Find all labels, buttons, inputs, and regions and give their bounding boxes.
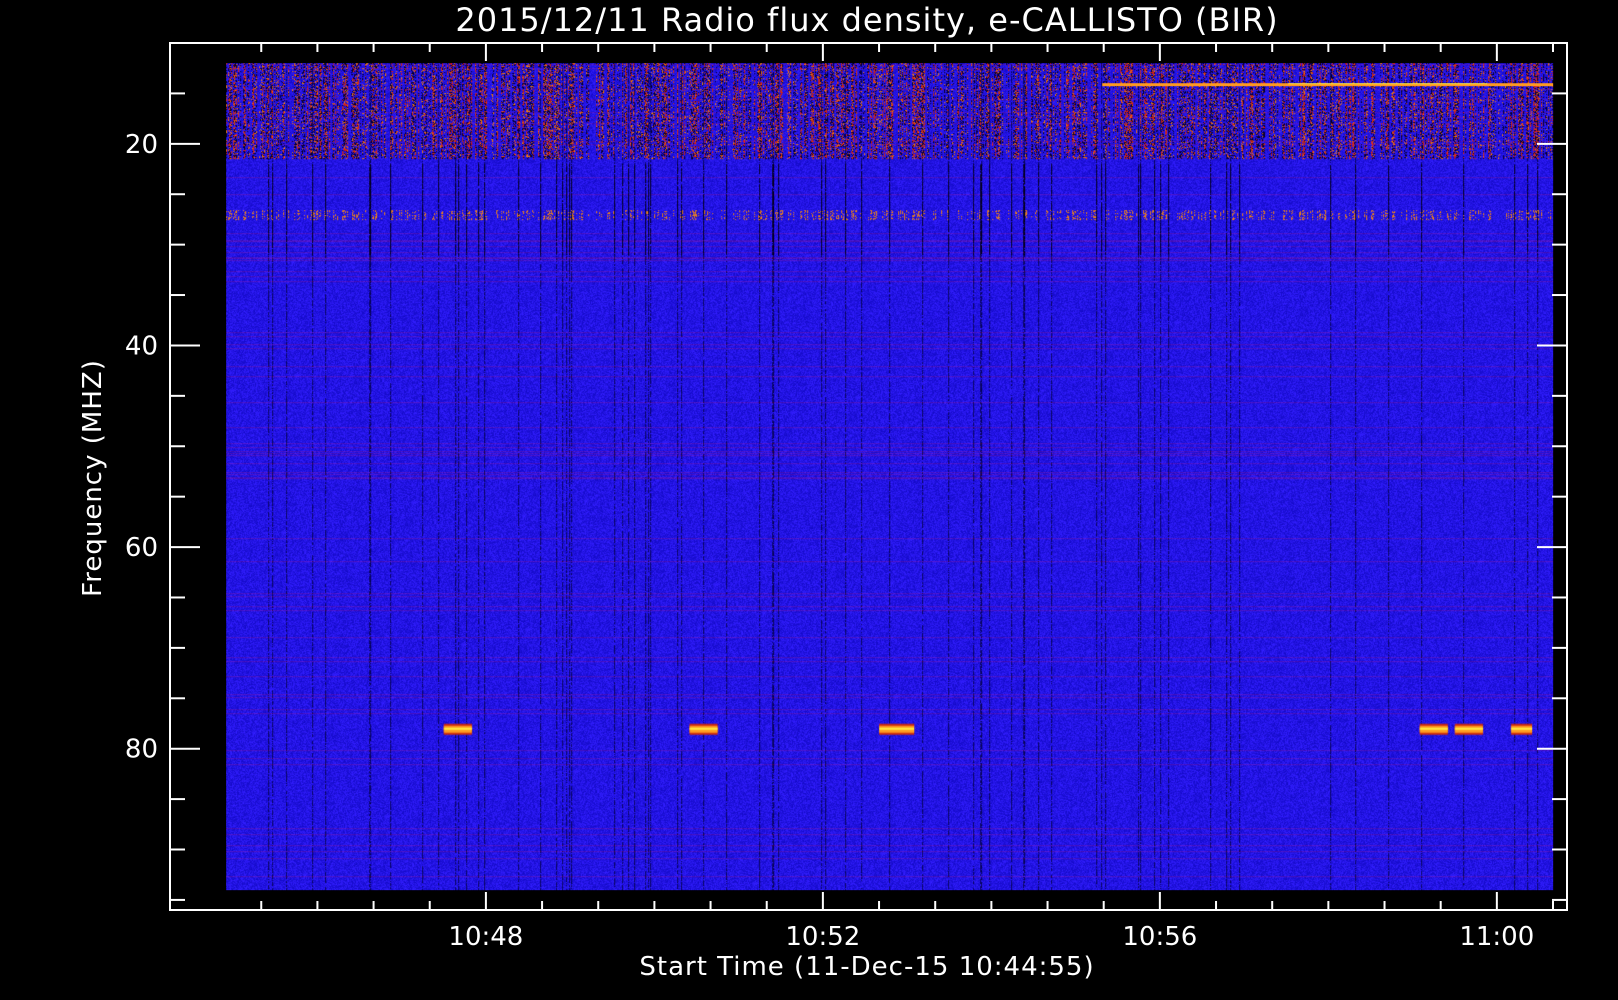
chart-title: 2015/12/11 Radio flux density, e-CALLIST… [455, 1, 1278, 39]
y-tick-label: 40 [125, 331, 158, 361]
y-tick-label: 20 [125, 130, 158, 160]
x-tick-label: 10:56 [1122, 922, 1197, 952]
heatmap-raster [226, 63, 1554, 891]
y-tick-label: 60 [125, 533, 158, 563]
x-tick-label: 10:52 [785, 922, 860, 952]
y-axis-label: Frequency (MHZ) [78, 359, 108, 597]
x-tick-label: 11:00 [1459, 922, 1534, 952]
x-axis-label: Start Time (11-Dec-15 10:44:55) [639, 952, 1094, 982]
spectrogram-chart: 2015/12/11 Radio flux density, e-CALLIST… [78, 1, 1568, 982]
x-tick-label: 10:48 [448, 922, 523, 952]
y-tick-label: 80 [125, 735, 158, 765]
heatmap-image [226, 63, 1554, 891]
